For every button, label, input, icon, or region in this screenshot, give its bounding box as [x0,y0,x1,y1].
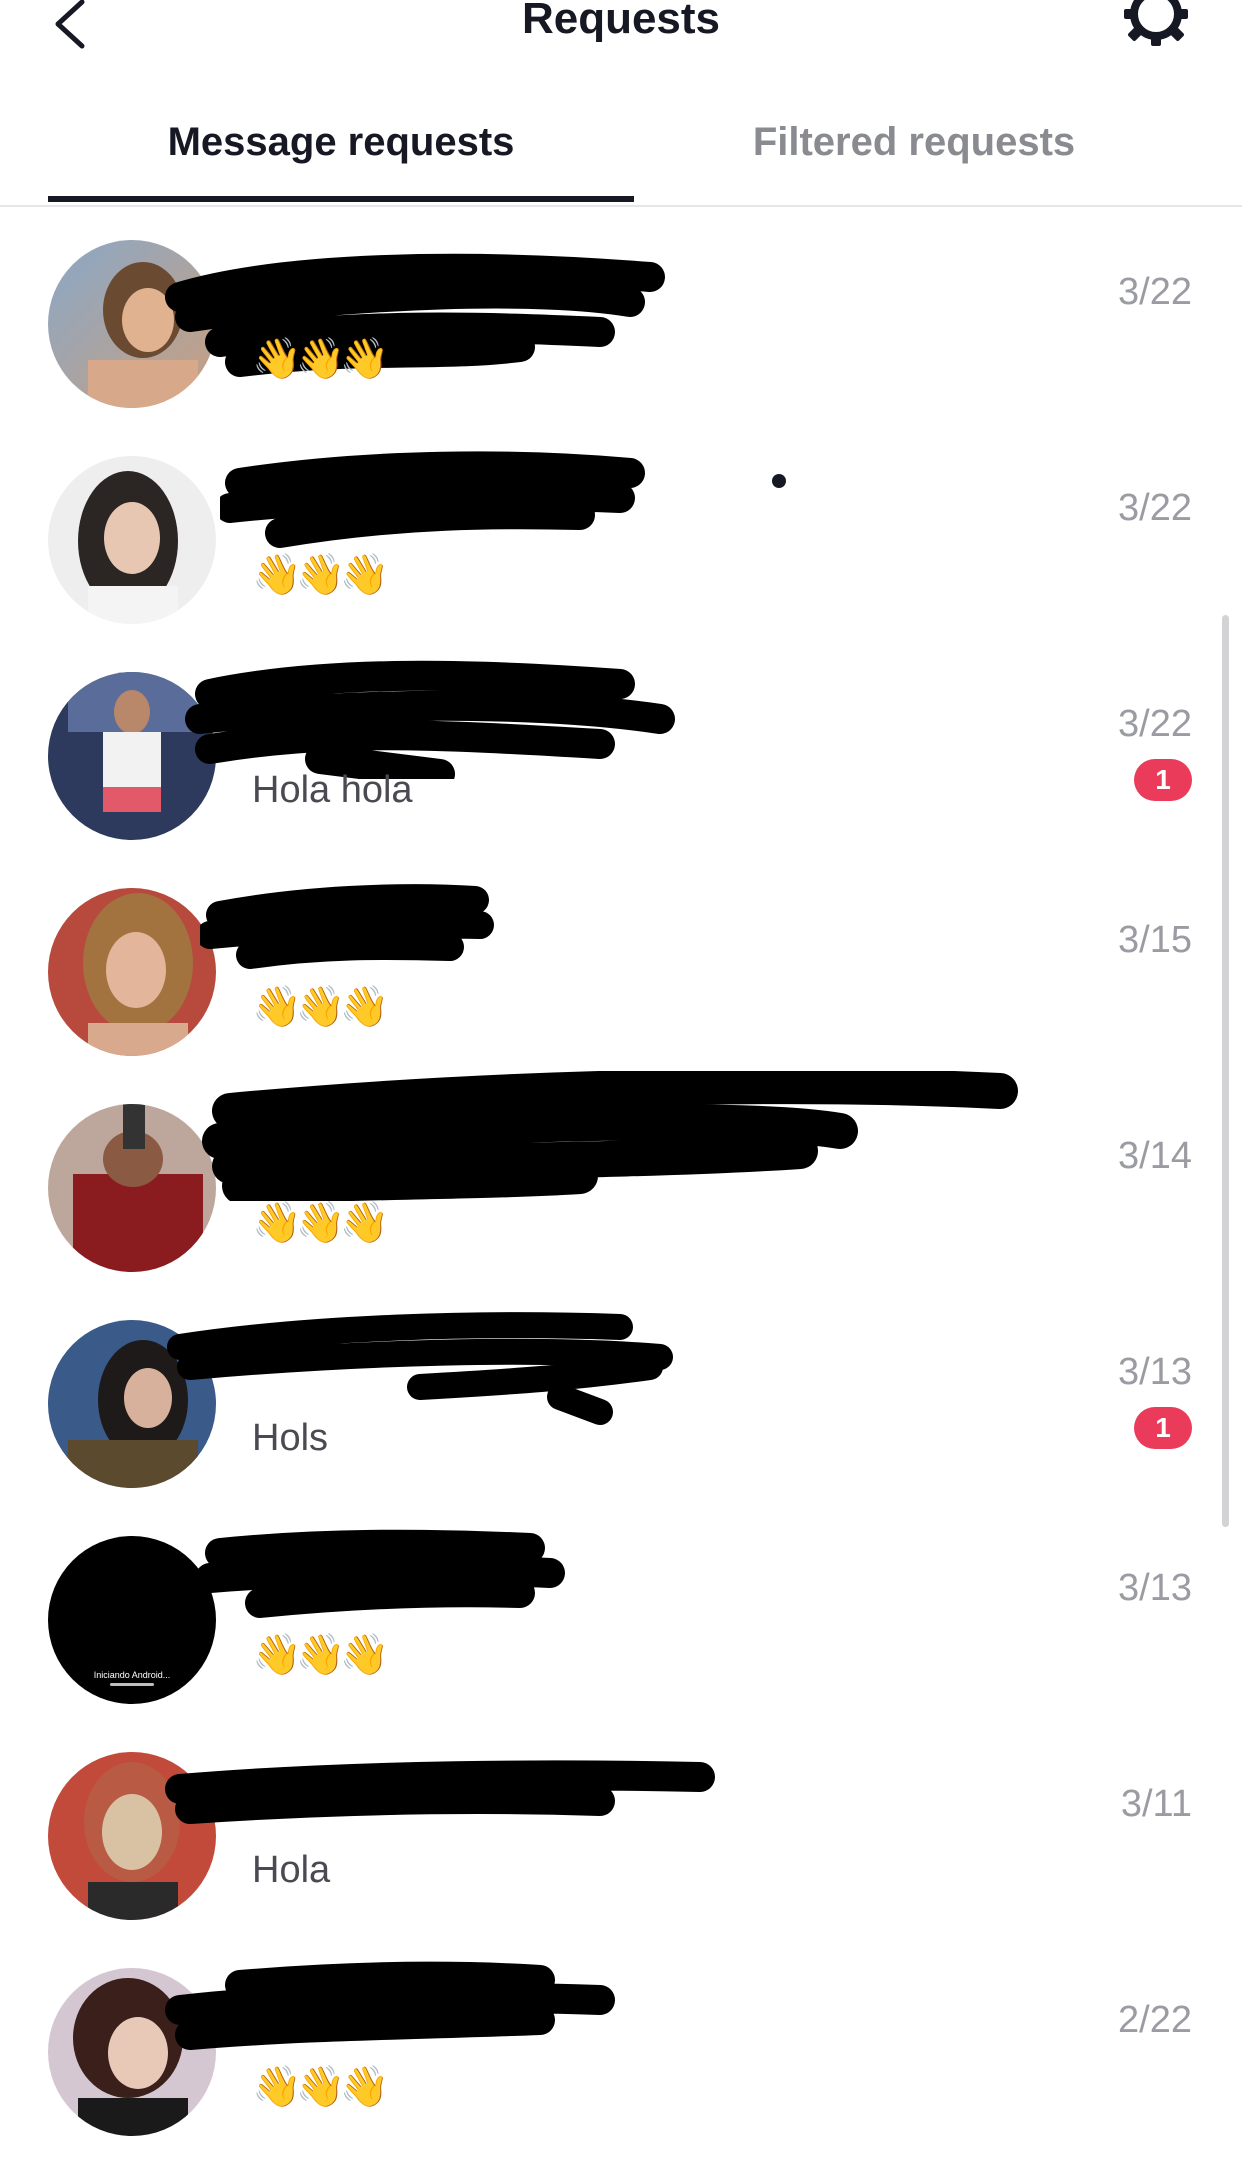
top-bar: Requests [0,0,1242,60]
message-date: 3/13 [1118,1567,1192,1609]
gear-icon[interactable] [1120,0,1192,50]
avatar[interactable] [48,888,216,1056]
message-date: 2/22 [1118,1999,1192,2041]
unread-badge: 1 [1134,759,1192,801]
redacted-name [195,1529,565,1618]
message-date: 3/14 [1118,1135,1192,1177]
unread-badge: 1 [1134,1407,1192,1449]
message-preview: 👋👋👋 [252,2065,389,2109]
request-row[interactable]: Hola 3/11 [0,1719,1242,1935]
tab-message-requests[interactable]: Message requests [48,120,634,165]
message-preview: Hola hola [252,769,413,811]
page-title: Requests [521,0,721,43]
tab-filtered-requests[interactable]: Filtered requests [634,120,1194,165]
request-row[interactable]: 👋👋👋 3/22 [0,207,1242,423]
request-row[interactable]: 👋👋👋 2/22 [0,1935,1242,2151]
avatar[interactable] [48,1104,216,1272]
redacted-name [165,1961,615,2050]
redacted-name [165,253,665,377]
avatar[interactable] [48,456,216,624]
request-row[interactable]: 👋👋👋 3/15 [0,855,1242,1071]
request-row[interactable]: Hola hola 3/22 1 [0,639,1242,855]
message-preview: 👋👋👋 [252,1201,389,1245]
message-preview: 👋👋👋 [252,1633,389,1677]
message-date: 3/13 [1118,1351,1192,1393]
message-date: 3/11 [1120,1783,1192,1825]
redacted-name [165,1760,715,1824]
message-preview: Hols [252,1417,329,1459]
redacted-name [167,1312,673,1425]
message-date: 3/15 [1118,919,1192,961]
message-date: 3/22 [1118,487,1192,529]
request-row[interactable]: Iniciando Android... 👋👋👋 3/13 [0,1503,1242,1719]
message-preview: 👋👋👋 [252,337,389,381]
redacted-name [200,884,494,969]
redacted-name [220,451,645,548]
avatar-text: Iniciando Android... [93,1670,171,1680]
message-preview: 👋👋👋 [252,985,389,1029]
scrollbar[interactable] [1222,615,1229,1527]
redacted-name [202,1071,1018,1201]
message-preview: Hola [252,1849,331,1891]
request-row[interactable]: 👋👋👋 3/14 [0,1071,1242,1287]
active-tab-indicator [48,196,634,202]
message-date: 3/22 [1118,271,1192,313]
redacted-name [185,660,675,779]
request-row[interactable]: 👋👋👋 3/22 [0,423,1242,639]
request-row[interactable]: Hols 3/13 1 [0,1287,1242,1503]
tab-bar: Message requests Filtered requests [0,100,1242,207]
message-preview: 👋👋👋 [252,553,389,597]
avatar-progress-bar [110,1683,154,1686]
message-date: 3/22 [1118,703,1192,745]
